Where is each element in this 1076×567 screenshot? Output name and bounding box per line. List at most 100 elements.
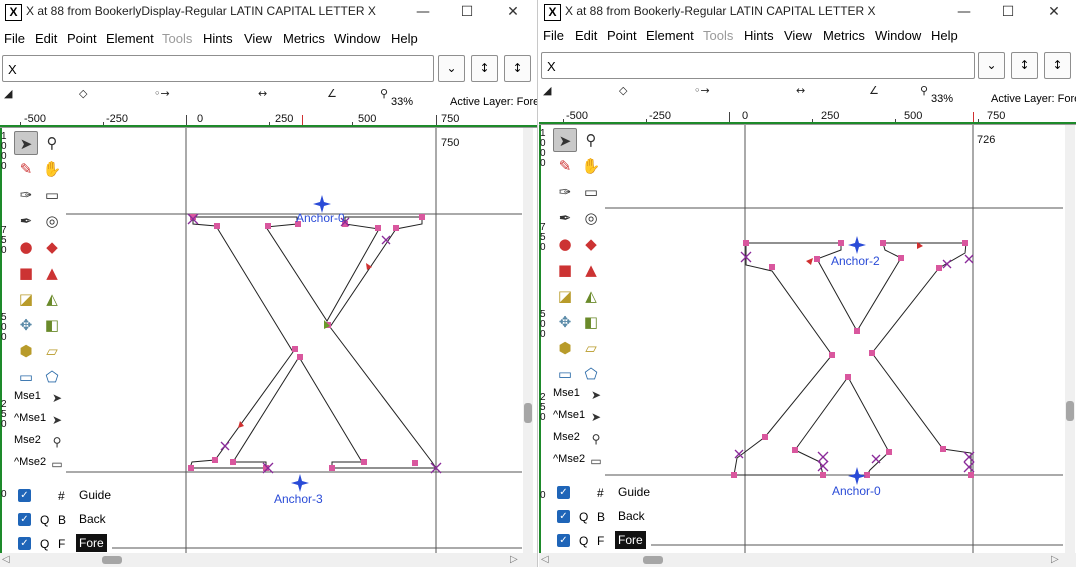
minimize-button[interactable]: —	[405, 1, 441, 23]
next-glyph-button[interactable]: ↕	[504, 55, 531, 82]
ruler-tool[interactable]: ▭	[40, 183, 64, 207]
prev-glyph-button[interactable]: ↕	[1011, 52, 1038, 79]
dropdown-button[interactable]: ⌄	[978, 52, 1005, 79]
menu-hints[interactable]: Hints	[744, 28, 774, 43]
layer-row-fore[interactable]: ✓ Q F Fore	[551, 530, 651, 552]
layer-row-fore[interactable]: ✓ Q F Fore	[12, 533, 112, 555]
scroll-thumb[interactable]	[524, 403, 532, 423]
menu-window[interactable]: Window	[334, 31, 380, 46]
freehand-tool[interactable]: ✎	[553, 154, 577, 178]
close-button[interactable]: ✕	[1036, 1, 1072, 23]
menu-point[interactable]: Point	[607, 28, 637, 43]
magnify-tool[interactable]: ⚲	[40, 131, 64, 155]
layer-visible-checkbox[interactable]: ✓	[18, 513, 31, 526]
menu-element[interactable]: Element	[646, 28, 694, 43]
pen-tool[interactable]: ✒	[14, 209, 38, 233]
perspective-tool[interactable]: ▱	[40, 339, 64, 363]
menu-file[interactable]: File	[4, 31, 25, 46]
menu-tools[interactable]: Tools	[703, 28, 733, 43]
rectangle-tool[interactable]: ▭	[553, 362, 577, 386]
glyph-name-field[interactable]: X	[2, 55, 434, 82]
scroll-thumb[interactable]	[643, 556, 663, 564]
freehand-tool[interactable]: ✎	[14, 157, 38, 181]
scroll-right-arrow[interactable]: ▷	[1051, 554, 1059, 565]
menu-hints[interactable]: Hints	[203, 31, 233, 46]
scroll-tool[interactable]: ✋	[40, 157, 64, 181]
layer-row-back[interactable]: ✓ Q B Back	[12, 509, 112, 531]
perspective-tool[interactable]: ▱	[579, 336, 603, 360]
layer-visible-checkbox[interactable]: ✓	[557, 534, 570, 547]
close-button[interactable]: ✕	[495, 1, 531, 23]
menu-point[interactable]: Point	[67, 31, 97, 46]
corner-point-tool[interactable]: ■	[14, 261, 38, 285]
3d-rotate-tool[interactable]: ⬢	[553, 336, 577, 360]
pointer-tool[interactable]: ➤	[14, 131, 38, 155]
flip-tool[interactable]: ✥	[14, 313, 38, 337]
hv-curve-tool[interactable]: ◆	[40, 235, 64, 259]
menu-file[interactable]: File	[543, 28, 564, 43]
layer-visible-checkbox[interactable]: ✓	[557, 510, 570, 523]
menu-tools[interactable]: Tools	[162, 31, 192, 46]
menu-edit[interactable]: Edit	[575, 28, 597, 43]
menu-metrics[interactable]: Metrics	[283, 31, 325, 46]
vertical-scrollbar[interactable]	[1065, 125, 1075, 553]
anchor-point[interactable]	[848, 236, 866, 254]
pointer-tool[interactable]: ➤	[553, 128, 577, 152]
layer-visible-checkbox[interactable]: ✓	[18, 489, 31, 502]
ruler-tool[interactable]: ▭	[579, 180, 603, 204]
maximize-button[interactable]: ☐	[449, 1, 485, 23]
minimize-button[interactable]: —	[946, 1, 982, 23]
scroll-right-arrow[interactable]: ▷	[510, 554, 518, 565]
horizontal-scrollbar[interactable]: ◁ ▷	[539, 553, 1076, 567]
spiro-tool[interactable]: ◎	[579, 206, 603, 230]
curve-point-tool[interactable]: ●	[14, 235, 38, 259]
flip-tool[interactable]: ✥	[553, 310, 577, 334]
layer-visible-checkbox[interactable]: ✓	[18, 537, 31, 550]
skew-tool[interactable]: ◧	[40, 313, 64, 337]
scale-tool[interactable]: ◪	[14, 287, 38, 311]
layer-visible-checkbox[interactable]: ✓	[557, 486, 570, 499]
skew-tool[interactable]: ◧	[579, 310, 603, 334]
curve-point-tool[interactable]: ●	[553, 232, 577, 256]
anchor-point[interactable]	[848, 467, 866, 485]
scroll-tool[interactable]: ✋	[579, 154, 603, 178]
scroll-left-arrow[interactable]: ◁	[541, 554, 549, 565]
maximize-button[interactable]: ☐	[990, 1, 1026, 23]
corner-point-tool[interactable]: ■	[553, 258, 577, 282]
horizontal-scrollbar[interactable]: ◁ ▷	[0, 553, 537, 567]
prev-glyph-button[interactable]: ↕	[471, 55, 498, 82]
anchor-point[interactable]	[291, 474, 309, 492]
glyph-canvas[interactable]: Anchor-2 Anchor-0 726	[605, 125, 1063, 553]
layer-row-back[interactable]: ✓ Q B Back	[551, 506, 651, 528]
glyph-canvas[interactable]: Anchor-0 Anchor-3 750	[66, 128, 522, 553]
spiro-tool[interactable]: ◎	[40, 209, 64, 233]
pen-tool[interactable]: ✒	[553, 206, 577, 230]
next-glyph-button[interactable]: ↕	[1044, 52, 1071, 79]
glyph-name-field[interactable]: X	[541, 52, 975, 79]
menu-element[interactable]: Element	[106, 31, 154, 46]
scroll-left-arrow[interactable]: ◁	[2, 554, 10, 565]
rotate-tool[interactable]: ◭	[40, 287, 64, 311]
rotate-tool[interactable]: ◭	[579, 284, 603, 308]
vertical-scrollbar[interactable]	[523, 128, 533, 553]
knife-tool[interactable]: ✑	[553, 180, 577, 204]
knife-tool[interactable]: ✑	[14, 183, 38, 207]
menu-view[interactable]: View	[244, 31, 272, 46]
menu-help[interactable]: Help	[931, 28, 958, 43]
menu-edit[interactable]: Edit	[35, 31, 57, 46]
dropdown-button[interactable]: ⌄	[438, 55, 465, 82]
scroll-thumb[interactable]	[1066, 401, 1074, 421]
rectangle-tool[interactable]: ▭	[14, 365, 38, 389]
layer-row-guide[interactable]: ✓ # Guide	[551, 482, 651, 504]
menu-window[interactable]: Window	[875, 28, 921, 43]
polygon-tool[interactable]: ⬠	[40, 365, 64, 389]
3d-rotate-tool[interactable]: ⬢	[14, 339, 38, 363]
tangent-point-tool[interactable]: ▲	[40, 261, 64, 285]
tangent-point-tool[interactable]: ▲	[579, 258, 603, 282]
magnify-tool[interactable]: ⚲	[579, 128, 603, 152]
scroll-thumb[interactable]	[102, 556, 122, 564]
layer-row-guide[interactable]: ✓ # Guide	[12, 485, 112, 507]
scale-tool[interactable]: ◪	[553, 284, 577, 308]
polygon-tool[interactable]: ⬠	[579, 362, 603, 386]
menu-help[interactable]: Help	[391, 31, 418, 46]
